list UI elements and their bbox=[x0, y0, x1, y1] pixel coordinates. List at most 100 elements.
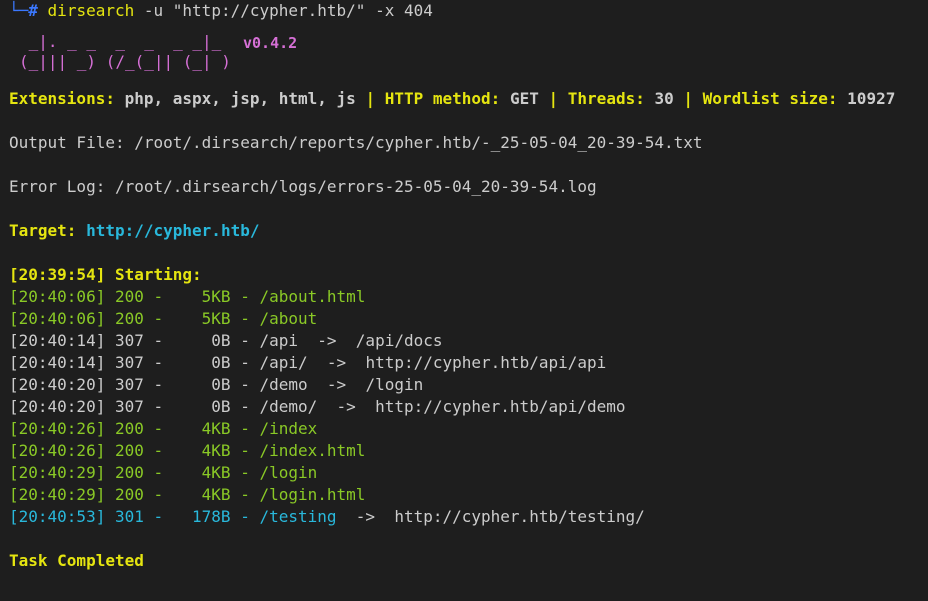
results-list: [20:40:06] 200 - 5KB - /about.html [20:40… bbox=[9, 286, 928, 528]
result-dash: - bbox=[143, 397, 183, 416]
result-time: [20:40:06] bbox=[9, 287, 106, 306]
redirect-arrow: -> bbox=[307, 375, 366, 394]
result-path: /api/ bbox=[259, 353, 308, 372]
result-time: [20:40:26] bbox=[9, 419, 106, 438]
result-path: /about.html bbox=[259, 287, 366, 306]
starting-time: [20:39:54] bbox=[9, 265, 106, 284]
result-status: 200 bbox=[114, 419, 144, 438]
result-dash: - bbox=[230, 331, 260, 350]
result-size: 4KB bbox=[201, 485, 231, 504]
result-row: [20:40:06] 200 - 5KB - /about.html bbox=[9, 286, 928, 308]
result-path: /login bbox=[259, 463, 318, 482]
result-time: [20:40:14] bbox=[9, 353, 106, 372]
result-time: [20:40:14] bbox=[9, 331, 106, 350]
result-dash: - bbox=[230, 419, 260, 438]
result-redirect: http://cypher.htb/testing/ bbox=[394, 507, 645, 526]
output-file-line: Output File: /root/.dirsearch/reports/cy… bbox=[9, 133, 703, 152]
dirsearch-banner: _|. _ _ _ _ _ _|_ (_||| _) (/_(_|| (_| )… bbox=[9, 22, 928, 88]
result-size: 5KB bbox=[201, 287, 231, 306]
result-time: [20:40:29] bbox=[9, 485, 106, 504]
result-status: 307 bbox=[114, 397, 144, 416]
target-line: Target: http://cypher.htb/ bbox=[9, 220, 928, 242]
result-redirect: http://cypher.htb/api/api bbox=[365, 353, 607, 372]
result-status: 200 bbox=[114, 441, 144, 460]
result-time: [20:40:53] bbox=[9, 507, 106, 526]
result-time: [20:40:20] bbox=[9, 397, 106, 416]
redirect-arrow: -> bbox=[307, 353, 366, 372]
task-completed-line: Task Completed bbox=[9, 551, 144, 570]
result-status: 200 bbox=[114, 309, 144, 328]
result-dash: - bbox=[230, 485, 260, 504]
result-path: /demo/ bbox=[259, 397, 318, 416]
result-time: [20:40:26] bbox=[9, 441, 106, 460]
result-status: 307 bbox=[114, 353, 144, 372]
prompt-line: └─# dirsearch -u "http://cypher.htb/" -x… bbox=[9, 0, 928, 22]
result-dash: - bbox=[143, 375, 183, 394]
result-row: [20:40:29] 200 - 4KB - /login bbox=[9, 462, 928, 484]
result-dash: - bbox=[143, 331, 183, 350]
result-redirect: http://cypher.htb/api/demo bbox=[375, 397, 626, 416]
redirect-arrow: -> bbox=[336, 507, 395, 526]
result-size: 4KB bbox=[201, 419, 231, 438]
error-log-line: Error Log: /root/.dirsearch/logs/errors-… bbox=[9, 177, 597, 196]
result-size: 0B bbox=[211, 353, 231, 372]
result-status: 200 bbox=[114, 463, 144, 482]
target-label: Target: bbox=[9, 221, 77, 240]
result-size: 178B bbox=[192, 507, 231, 526]
result-time: [20:40:06] bbox=[9, 309, 106, 328]
terminal-window[interactable]: └─# dirsearch -u "http://cypher.htb/" -x… bbox=[0, 0, 928, 601]
starting-label: Starting: bbox=[114, 265, 202, 284]
result-status: 301 bbox=[114, 507, 144, 526]
result-row: [20:40:26] 200 - 4KB - /index.html bbox=[9, 440, 928, 462]
version-label: v0.4.2 bbox=[243, 34, 298, 52]
result-path: /api bbox=[259, 331, 298, 350]
prompt-hash: # bbox=[28, 1, 38, 20]
result-row: [20:40:53] 301 - 178B - /testing -> http… bbox=[9, 506, 928, 528]
result-dash: - bbox=[230, 309, 260, 328]
result-dash: - bbox=[143, 309, 183, 328]
result-size: 5KB bbox=[201, 309, 231, 328]
result-size: 4KB bbox=[201, 441, 231, 460]
command-name: dirsearch bbox=[47, 1, 135, 20]
result-dash: - bbox=[143, 463, 183, 482]
result-dash: - bbox=[230, 375, 260, 394]
result-dash: - bbox=[143, 353, 183, 372]
result-row: [20:40:14] 307 - 0B - /api -> /api/docs bbox=[9, 330, 928, 352]
starting-line: [20:39:54] Starting: bbox=[9, 264, 928, 286]
result-dash: - bbox=[230, 441, 260, 460]
result-path: /demo bbox=[259, 375, 308, 394]
result-dash: - bbox=[230, 353, 260, 372]
result-row: [20:40:20] 307 - 0B - /demo/ -> http://c… bbox=[9, 396, 928, 418]
result-redirect: /login bbox=[365, 375, 424, 394]
result-row: [20:40:06] 200 - 5KB - /about bbox=[9, 308, 928, 330]
result-status: 307 bbox=[114, 375, 144, 394]
result-dash: - bbox=[230, 397, 260, 416]
result-dash: - bbox=[143, 485, 183, 504]
redirect-arrow: -> bbox=[298, 331, 356, 350]
result-time: [20:40:29] bbox=[9, 463, 106, 482]
result-time: [20:40:20] bbox=[9, 375, 106, 394]
result-row: [20:40:14] 307 - 0B - /api/ -> http://cy… bbox=[9, 352, 928, 374]
result-size: 0B bbox=[211, 375, 231, 394]
result-status: 307 bbox=[114, 331, 144, 350]
ascii-logo: _|. _ _ _ _ _ _|_ (_||| _) (/_(_|| (_| ) bbox=[19, 32, 231, 71]
result-path: /index.html bbox=[259, 441, 366, 460]
target-url: http://cypher.htb/ bbox=[86, 221, 260, 240]
result-dash: - bbox=[230, 507, 260, 526]
config-line: Extensions: php, aspx, jsp, html, js | H… bbox=[9, 89, 896, 108]
result-size: 0B bbox=[211, 397, 231, 416]
result-status: 200 bbox=[114, 287, 144, 306]
result-row: [20:40:20] 307 - 0B - /demo -> /login bbox=[9, 374, 928, 396]
result-path: /testing bbox=[259, 507, 337, 526]
result-redirect: /api/docs bbox=[355, 331, 443, 350]
command-args: -u "http://cypher.htb/" -x 404 bbox=[134, 1, 433, 20]
redirect-arrow: -> bbox=[317, 397, 376, 416]
result-dash: - bbox=[230, 463, 260, 482]
result-dash: - bbox=[143, 419, 183, 438]
prompt-corner: └─ bbox=[9, 1, 29, 20]
result-path: /about bbox=[259, 309, 318, 328]
